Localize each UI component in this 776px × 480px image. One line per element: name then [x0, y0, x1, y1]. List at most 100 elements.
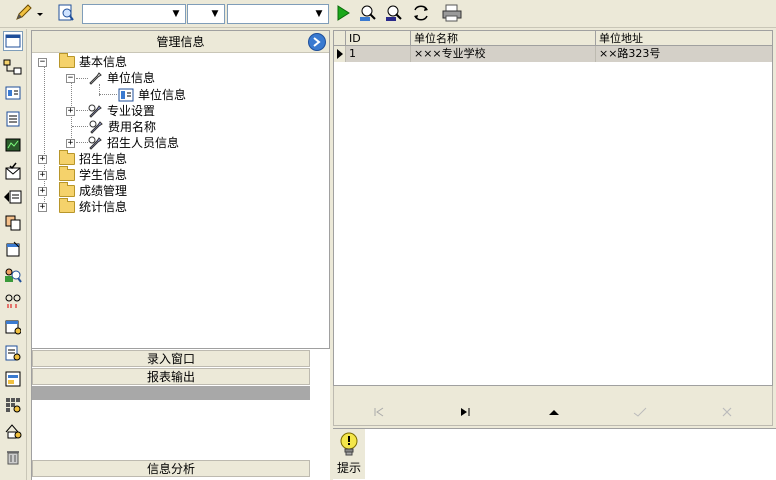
tree-item-label: 单位信息 — [138, 88, 187, 102]
tools-icon — [89, 120, 103, 134]
collapse-icon[interactable]: − — [66, 73, 75, 83]
column-header-id[interactable]: ID — [346, 31, 411, 46]
refresh-button[interactable] — [410, 3, 432, 23]
refresh-icon — [414, 5, 428, 21]
record-navigator — [333, 386, 773, 426]
expand-icon[interactable]: + — [38, 170, 47, 180]
tree-item-recruiter[interactable]: + 招生人员信息 — [66, 135, 179, 151]
tree-header-title: 管理信息 — [156, 35, 205, 49]
column-header-unit-address[interactable]: 单位地址 — [596, 31, 772, 46]
tree-item-major[interactable]: + 专业设置 — [66, 103, 155, 119]
cell-unit-name[interactable]: ×××专业学校 — [411, 46, 596, 62]
tree-item-enroll[interactable]: + 招生信息 — [38, 150, 128, 167]
rail-mail-button[interactable] — [3, 161, 23, 181]
tree-item-unit[interactable]: − 单位信息 — [66, 70, 155, 86]
management-tree-panel: 管理信息 − 基本信息 − 单位信息 单位信息 + 专业设置 费用名称 + 招生… — [31, 30, 330, 349]
toolbar-combo-3[interactable]: ▼ — [227, 4, 329, 24]
tree-item-student[interactable]: + 学生信息 — [38, 166, 127, 183]
nav-last-button[interactable] — [450, 402, 480, 422]
wrench-icon — [89, 72, 102, 85]
user-search-icon — [5, 268, 22, 283]
rail-copy-button[interactable] — [3, 213, 23, 233]
expand-icon[interactable]: + — [38, 186, 47, 196]
lightbulb-icon — [340, 432, 358, 456]
expand-icon[interactable]: + — [38, 202, 47, 212]
tree-item-unit-child[interactable]: 单位信息 — [118, 87, 186, 103]
hint-button[interactable]: 提示 — [333, 429, 365, 479]
cell-id[interactable]: 1 — [346, 46, 411, 62]
rail-export-button[interactable] — [3, 187, 23, 207]
rail-settings-doc-button[interactable] — [3, 239, 23, 259]
tree-item-label: 基本信息 — [79, 55, 128, 69]
chevron-right-icon — [313, 37, 321, 47]
info-analysis-bar[interactable]: 信息分析 — [32, 460, 310, 477]
tree-connector — [99, 94, 117, 95]
find-next-button[interactable] — [384, 3, 406, 23]
rail-card-button[interactable] — [3, 83, 23, 103]
toolbar-combo-1[interactable]: ▼ — [82, 4, 186, 24]
chart-icon — [5, 138, 21, 152]
tree-item-fee[interactable]: 费用名称 — [80, 119, 156, 135]
nav-post-button[interactable] — [625, 402, 655, 422]
hierarchy-icon — [3, 59, 22, 75]
export-icon — [4, 190, 22, 204]
rail-chart-button[interactable] — [3, 135, 23, 155]
nav-first-button[interactable] — [364, 402, 394, 422]
rail-trash-button[interactable] — [3, 447, 23, 467]
expand-icon[interactable]: + — [66, 106, 75, 116]
preview-button[interactable] — [56, 3, 76, 23]
collapse-icon[interactable]: − — [38, 57, 47, 67]
tree-item-grades[interactable]: + 成绩管理 — [38, 182, 127, 199]
entry-window-bar[interactable]: 录入窗口 — [32, 350, 310, 367]
tree-item-basic[interactable]: − 基本信息 — [38, 53, 128, 70]
unit-data-grid: ID 单位名称 单位地址 1 ×××专业学校 ××路323号 — [333, 30, 773, 386]
folder-icon — [59, 198, 75, 213]
rail-link-button[interactable] — [3, 291, 23, 311]
window-icon — [5, 34, 21, 48]
rail-user-settings-button[interactable] — [3, 421, 23, 441]
tree-item-label: 费用名称 — [108, 120, 157, 134]
rail-window-button[interactable] — [3, 31, 23, 51]
printer-icon — [442, 4, 462, 22]
page-search-icon — [58, 4, 74, 21]
form-icon — [118, 88, 134, 102]
doc-settings-icon — [6, 241, 20, 257]
rail-org-button[interactable] — [3, 57, 23, 77]
nav-insert-button[interactable] — [539, 402, 569, 422]
play-icon — [337, 5, 350, 21]
folder-icon — [59, 53, 75, 68]
rail-grid-button[interactable] — [3, 395, 23, 415]
rail-table-button[interactable] — [3, 317, 23, 337]
check-icon — [633, 407, 647, 417]
tree-nav-button[interactable] — [308, 33, 326, 51]
expand-icon[interactable]: + — [38, 154, 47, 164]
find-user-button[interactable] — [358, 3, 380, 23]
nav-cancel-button[interactable] — [712, 402, 742, 422]
tree-item-label: 招生信息 — [79, 152, 128, 166]
rail-document-button[interactable] — [3, 109, 23, 129]
pencil-icon — [16, 4, 43, 20]
rail-user-search-button[interactable] — [3, 265, 23, 285]
row-indicator — [334, 46, 346, 62]
cell-unit-address[interactable]: ××路323号 — [596, 46, 772, 62]
rail-report-button[interactable] — [3, 343, 23, 363]
user-search-icon — [360, 5, 376, 21]
tree-header: 管理信息 — [32, 31, 329, 53]
column-header-unit-name[interactable]: 单位名称 — [411, 31, 596, 46]
report-output-bar[interactable]: 报表输出 — [32, 368, 310, 385]
print-button[interactable] — [440, 3, 464, 23]
pencil-dropdown-button[interactable] — [14, 3, 44, 23]
toolbar-combo-2[interactable]: ▼ — [187, 4, 225, 24]
run-button[interactable] — [334, 3, 352, 23]
chevron-down-icon: ▼ — [315, 9, 323, 19]
expand-icon[interactable]: + — [66, 138, 75, 148]
form-icon — [5, 371, 21, 387]
folder-icon — [59, 166, 75, 181]
current-row-arrow-icon — [337, 49, 343, 59]
table-row[interactable]: 1 ×××专业学校 ××路323号 — [334, 46, 772, 62]
tree-item-stats[interactable]: + 统计信息 — [38, 198, 127, 215]
panel-selection-band — [32, 386, 310, 400]
tools-icon — [88, 104, 102, 118]
rail-form-button[interactable] — [3, 369, 23, 389]
table-icon — [5, 320, 21, 335]
